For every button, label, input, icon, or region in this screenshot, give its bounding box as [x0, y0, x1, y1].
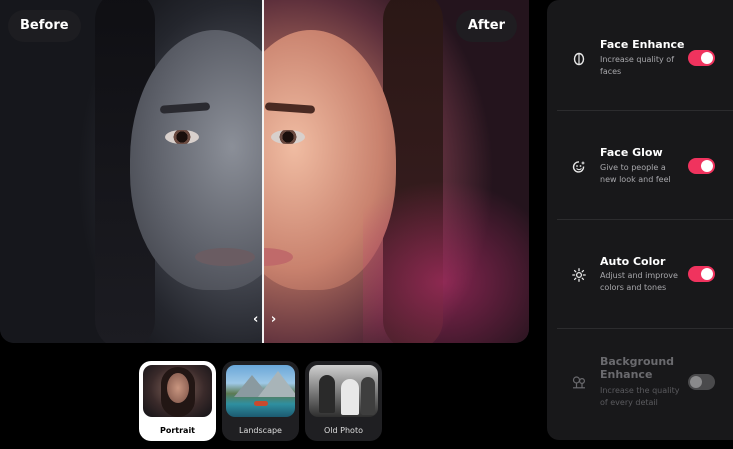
split-divider[interactable]: [262, 0, 264, 343]
face-enhance-toggle[interactable]: [688, 50, 715, 66]
setting-title: Auto Color: [600, 255, 666, 268]
auto-color-toggle[interactable]: [688, 266, 715, 282]
face-glow-toggle[interactable]: [688, 158, 715, 174]
lips: [195, 248, 255, 266]
split-handle[interactable]: ‹ ›: [253, 312, 280, 327]
preset-landscape[interactable]: Landscape: [222, 361, 299, 441]
eye: [271, 130, 305, 144]
preset-label: Portrait: [159, 426, 196, 435]
setting-title: Face Enhance: [600, 38, 685, 51]
portrait-thumbnail: [143, 365, 212, 417]
setting-description: Increase quality of faces: [600, 55, 675, 76]
setting-description: Give to people a new look and feel: [600, 163, 671, 184]
setting-title: Background Enhance: [600, 355, 675, 381]
eye: [165, 130, 199, 144]
setting-face-enhance: Face Enhance Increase quality of faces: [547, 0, 733, 108]
after-label: After: [455, 10, 517, 42]
after-image: [263, 0, 529, 343]
preset-label: Old Photo: [324, 426, 363, 435]
setting-description: Increase the quality of every detail: [600, 386, 680, 407]
face-glow-icon: [572, 160, 586, 174]
setting-title: Face Glow: [600, 146, 663, 159]
setting-description: Adjust and improve colors and tones: [600, 271, 678, 292]
enhancement-settings-panel: Face Enhance Increase quality of faces F…: [547, 0, 733, 440]
face-enhance-icon: [572, 52, 586, 66]
landscape-thumbnail: [226, 365, 295, 417]
old-photo-thumbnail: [309, 365, 378, 417]
preset-old-photo[interactable]: Old Photo: [305, 361, 382, 441]
setting-face-glow: Face Glow Give to people a new look and …: [547, 110, 733, 218]
before-image: [0, 0, 263, 343]
background-enhance-toggle[interactable]: [688, 374, 715, 390]
before-label: Before: [8, 10, 81, 42]
setting-background-enhance: Background Enhance Increase the quality …: [547, 328, 733, 436]
setting-auto-color: Auto Color Adjust and improve colors and…: [547, 219, 733, 327]
preset-portrait[interactable]: Portrait: [139, 361, 216, 441]
preset-selector: Portrait Landscape Old Photo: [139, 361, 382, 441]
auto-color-icon: [572, 268, 586, 282]
background-enhance-icon: [572, 375, 586, 389]
preset-label: Landscape: [239, 426, 282, 435]
before-after-preview[interactable]: ‹ › Before After: [0, 0, 529, 343]
